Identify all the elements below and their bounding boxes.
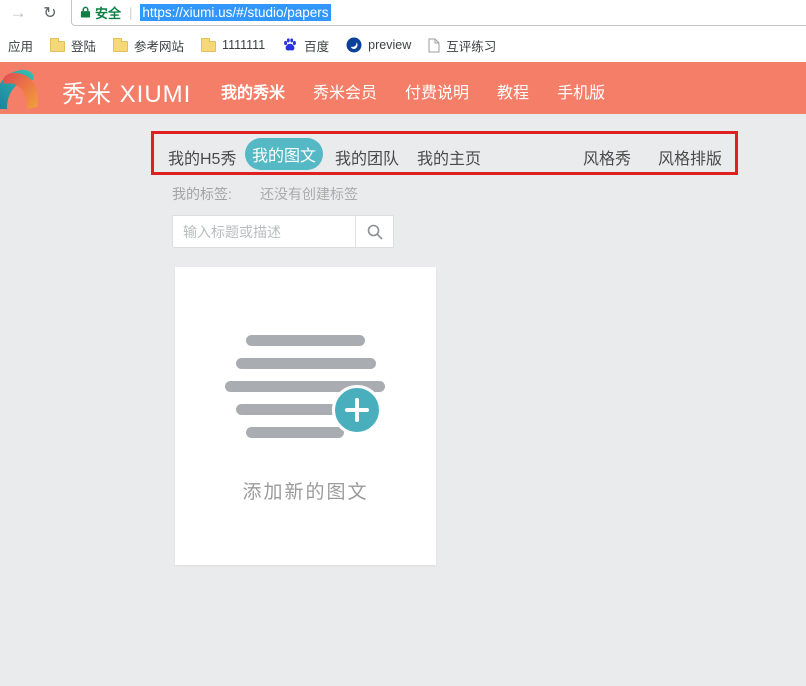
tab-my-h5[interactable]: 我的H5秀 <box>168 145 236 169</box>
bookmarks-bar: 应用 登陆 参考网站 1111111 百度 preview 互评练习 <box>0 28 806 62</box>
baidu-paw-icon <box>282 37 298 53</box>
bookmark-label: preview <box>368 38 411 52</box>
tab-my-papers-active[interactable]: 我的图文 <box>245 138 323 170</box>
apps-label: 应用 <box>8 36 33 55</box>
folder-icon <box>201 41 216 52</box>
tab-my-team[interactable]: 我的团队 <box>335 145 399 169</box>
plus-circle-icon <box>332 385 382 435</box>
search-box <box>172 215 394 248</box>
tags-empty-text: 还没有创建标签 <box>260 184 358 204</box>
my-tags-label: 我的标签: <box>172 184 232 204</box>
search-input[interactable] <box>173 216 355 247</box>
bookmark-label: 1111111 <box>222 38 265 52</box>
tab-my-homepage[interactable]: 我的主页 <box>417 145 481 169</box>
bookmark-folder-reference[interactable]: 参考网站 <box>113 36 184 55</box>
browser-toolbar: → ↻ 安全 | https://xiumi.us/#/studio/paper… <box>0 0 806 28</box>
folder-icon <box>50 41 65 52</box>
nav-tutorial[interactable]: 教程 <box>497 79 529 103</box>
lock-icon <box>80 5 91 19</box>
page-icon <box>428 38 440 53</box>
document-lines-icon <box>225 335 387 453</box>
bookmark-huping[interactable]: 互评练习 <box>428 36 496 55</box>
doc-line <box>246 427 344 438</box>
add-card-label: 添加新的图文 <box>175 477 436 504</box>
bookmark-folder-dengLu[interactable]: 登陆 <box>50 36 96 55</box>
reload-icon[interactable]: ↻ <box>38 1 62 25</box>
bookmark-label: 互评练习 <box>446 36 496 55</box>
brand-title[interactable]: 秀米 XIUMI <box>62 74 191 109</box>
doc-line <box>246 335 365 346</box>
bookmark-label: 登陆 <box>71 36 96 55</box>
site-nav: 我的秀米 秀米会员 付费说明 教程 手机版 <box>221 79 605 103</box>
tab-style-show[interactable]: 风格秀 <box>583 145 631 169</box>
search-button[interactable] <box>355 216 393 247</box>
doc-line <box>236 358 376 369</box>
bookmark-baidu[interactable]: 百度 <box>282 36 329 55</box>
bookmark-preview[interactable]: preview <box>346 37 411 53</box>
folder-icon <box>113 41 128 52</box>
apps-shortcut[interactable]: 应用 <box>8 36 33 55</box>
bookmark-folder-1111111[interactable]: 1111111 <box>201 38 265 52</box>
xiumi-logo-icon[interactable] <box>0 67 51 111</box>
secure-badge[interactable]: 安全 <box>80 3 121 22</box>
secure-label: 安全 <box>95 3 121 22</box>
bookmark-label: 百度 <box>304 36 329 55</box>
url-text-selected[interactable]: https://xiumi.us/#/studio/papers <box>140 4 330 21</box>
magnifier-icon <box>366 223 384 241</box>
add-new-paper-card[interactable]: 添加新的图文 <box>175 267 436 565</box>
omnibox-divider: | <box>129 5 132 20</box>
nav-mobile[interactable]: 手机版 <box>557 79 605 103</box>
nav-membership[interactable]: 秀米会员 <box>313 79 377 103</box>
nav-my-xiumi[interactable]: 我的秀米 <box>221 79 285 103</box>
address-bar[interactable]: 安全 | https://xiumi.us/#/studio/papers <box>71 0 806 26</box>
studio-page: 我的H5秀 我的图文 我的团队 我的主页 风格秀 风格排版 我的标签: 还没有创… <box>0 114 806 686</box>
bookmark-label: 参考网站 <box>134 36 184 55</box>
forward-arrow-icon[interactable]: → <box>6 1 30 25</box>
site-header: 秀米 XIUMI 我的秀米 秀米会员 付费说明 教程 手机版 <box>0 62 806 114</box>
preview-globe-icon <box>346 37 362 53</box>
nav-pricing[interactable]: 付费说明 <box>405 79 469 103</box>
tab-style-layout[interactable]: 风格排版 <box>658 145 722 169</box>
